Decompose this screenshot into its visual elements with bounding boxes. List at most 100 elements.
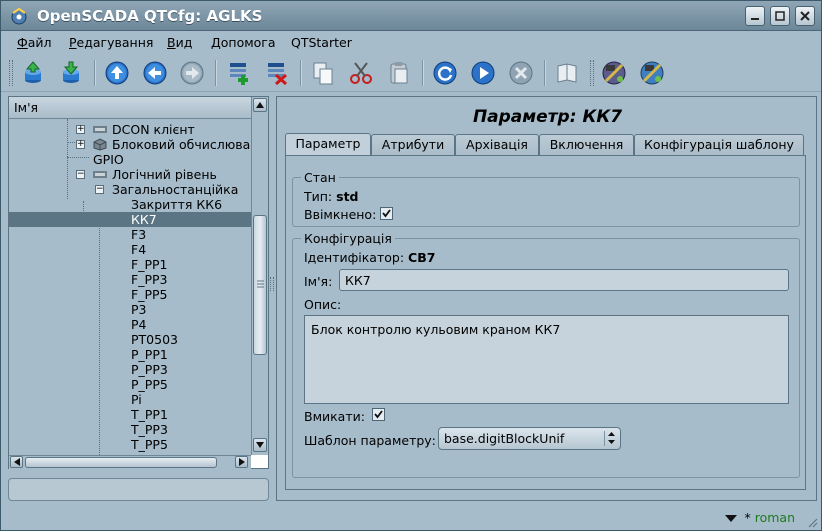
tree-item-label: Закриття КК6 — [131, 197, 223, 212]
tab-parameter[interactable]: Параметр — [285, 133, 371, 157]
description-textarea[interactable]: Блок контролю кульовим краном КК7 — [304, 315, 789, 404]
scroll-thumb[interactable] — [253, 215, 267, 355]
cut-icon[interactable] — [346, 58, 376, 88]
resize-grip-icon[interactable] — [808, 517, 818, 528]
menu-help[interactable]: Допомога — [211, 35, 276, 50]
scroll-up-icon[interactable] — [253, 98, 267, 112]
delete-item-icon[interactable] — [262, 58, 292, 88]
tree-item-gpio[interactable]: GPIO — [9, 152, 251, 167]
type-row: Тип: std — [304, 189, 359, 204]
module-config-icon[interactable] — [599, 58, 629, 88]
tree-item-general-station[interactable]: − Загальностанційка — [9, 182, 251, 197]
id-value: CB7 — [408, 250, 436, 265]
enable-checkbox[interactable] — [372, 408, 385, 421]
tree-item[interactable]: Pi — [9, 392, 251, 407]
tree-item[interactable]: Закриття КК6 — [9, 197, 251, 212]
tree-item-logic-level[interactable]: − Логічний рівень — [9, 167, 251, 182]
tree-item[interactable]: T_PP1 — [9, 407, 251, 422]
minimize-button[interactable] — [745, 6, 765, 26]
toolbar-grip[interactable] — [590, 60, 594, 86]
tree-item[interactable]: P_PP1 — [9, 347, 251, 362]
db-save-icon[interactable] — [56, 58, 86, 88]
menu-file-mnemonic: Ф — [17, 35, 28, 50]
tree-item-label: Загальностанційка — [112, 182, 239, 197]
name-input[interactable]: КК7 — [339, 269, 789, 291]
tree-item[interactable]: F_PP1 — [9, 257, 251, 272]
toolbar-grip[interactable] — [9, 60, 13, 86]
tree-horizontal-scrollbar[interactable] — [9, 455, 251, 469]
splitter-handle[interactable] — [270, 277, 274, 291]
tree-item-label: T_PP5 — [131, 437, 168, 452]
back-icon[interactable] — [140, 58, 170, 88]
tree-item[interactable]: P3 — [9, 302, 251, 317]
tree-item[interactable]: PT0503 — [9, 332, 251, 347]
tree-item[interactable]: F3 — [9, 227, 251, 242]
tree-item-label: F_PP5 — [131, 287, 168, 302]
add-item-icon[interactable] — [224, 58, 254, 88]
tree-item[interactable]: F_PP3 — [9, 272, 251, 287]
tree-item[interactable]: T_PP3 — [9, 422, 251, 437]
expand-icon[interactable]: + — [76, 140, 85, 149]
tree-item[interactable]: F4 — [9, 242, 251, 257]
app-icon[interactable] — [9, 6, 29, 26]
close-button[interactable] — [795, 6, 815, 26]
scroll-thumb[interactable] — [25, 457, 217, 468]
maximize-button[interactable] — [770, 6, 790, 26]
scroll-left-icon[interactable] — [10, 456, 23, 468]
config-group-title: Конфігурація — [301, 231, 395, 246]
status-user[interactable]: roman — [755, 510, 795, 525]
tree-item-block-calc[interactable]: + Блоковий обчислювач — [9, 137, 251, 152]
template-select[interactable]: base.digitBlockUnif — [438, 427, 621, 450]
tree-item-label: P_PP5 — [131, 377, 168, 392]
tree-item-dcon[interactable]: + DCON клієнт — [9, 122, 251, 137]
refresh-icon[interactable] — [430, 58, 460, 88]
toolbar — [1, 54, 821, 92]
toolbar-separator — [544, 60, 546, 86]
tab-template-config[interactable]: Конфігурація шаблону — [634, 134, 804, 156]
enabled-checkbox[interactable] — [380, 207, 393, 220]
menu-view[interactable]: Вид — [167, 35, 192, 50]
tree-item[interactable]: T_PP5 — [9, 437, 251, 452]
copy-icon[interactable] — [308, 58, 338, 88]
tree-item-selected[interactable]: КК7 — [9, 212, 251, 227]
module-icon — [93, 126, 107, 133]
dropdown-arrow-icon[interactable] — [724, 514, 737, 523]
paste-icon[interactable] — [384, 58, 414, 88]
start-icon[interactable] — [468, 58, 498, 88]
menu-qtstarter[interactable]: QTStarter — [291, 35, 352, 50]
tab-attributes[interactable]: Атрибути — [371, 134, 455, 156]
menu-help-mnemonic: Д — [211, 35, 221, 50]
expand-icon[interactable]: + — [76, 125, 85, 134]
forward-icon[interactable] — [177, 58, 207, 88]
menu-bar: Файл Редагування Вид Допомога QTStarter — [1, 31, 821, 54]
collapse-icon[interactable]: − — [95, 185, 104, 194]
enabled-label: Ввімкнено: — [304, 207, 377, 222]
tree-item[interactable]: P_PP3 — [9, 362, 251, 377]
manual-icon[interactable] — [552, 58, 582, 88]
tree-item[interactable]: P4 — [9, 317, 251, 332]
tree-vertical-scrollbar[interactable] — [251, 97, 268, 455]
tree-item[interactable]: F_PP5 — [9, 287, 251, 302]
tab-archiving[interactable]: Архівація — [455, 134, 539, 156]
stop-icon[interactable] — [506, 58, 536, 88]
menu-edit-mnemonic: Р — [69, 35, 77, 50]
state-group: Стан Тип: std Ввімкнено: — [292, 170, 800, 227]
up-icon[interactable] — [102, 58, 132, 88]
id-row: Ідентифікатор: CB7 — [304, 250, 435, 265]
collapse-icon[interactable]: − — [76, 170, 85, 179]
tab-inclusion[interactable]: Включення — [539, 134, 634, 156]
tree-header[interactable]: Ім'я — [9, 97, 251, 119]
template-select-value: base.digitBlockUnif — [444, 431, 565, 446]
scroll-right-icon[interactable] — [235, 456, 248, 468]
menu-edit[interactable]: Редагування — [69, 35, 153, 50]
db-load-icon[interactable] — [18, 58, 48, 88]
status-field — [8, 478, 269, 501]
menu-help-label: опомога — [220, 35, 276, 50]
scroll-down-icon[interactable] — [253, 438, 267, 452]
state-group-title: Стан — [301, 170, 339, 185]
menu-file[interactable]: Файл — [17, 35, 52, 50]
module-tools-icon[interactable] — [637, 58, 667, 88]
cube-icon — [93, 138, 107, 151]
navigation-tree[interactable]: + DCON клієнт + Блоковий обчислювач GPIO… — [9, 119, 251, 455]
tree-item[interactable]: P_PP5 — [9, 377, 251, 392]
